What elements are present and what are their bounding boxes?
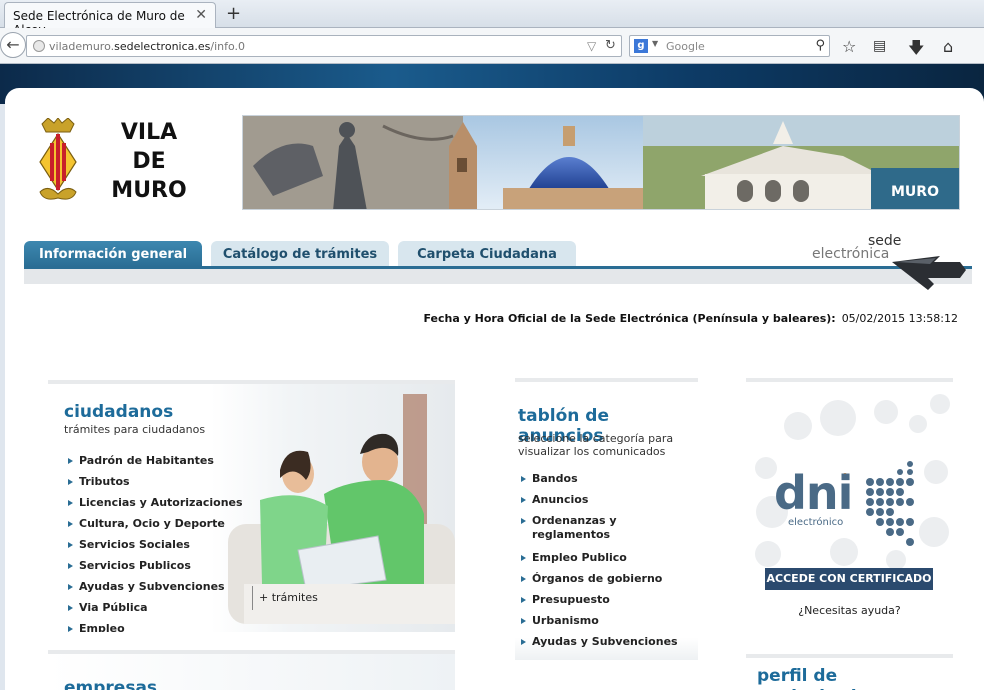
site-title[interactable]: VILA DE MURO <box>100 118 198 205</box>
title-line-3: MURO <box>111 178 187 203</box>
link-urbanismo[interactable]: Urbanismo <box>521 614 691 635</box>
link-empleo[interactable]: Empleo <box>68 622 243 632</box>
browser-tab-bar: Sede Electrónica de Muro de Alcoy ✕ + <box>0 0 984 37</box>
search-engine-caret-icon[interactable]: ▼ <box>652 39 658 48</box>
link-ordenanzas[interactable]: Ordenanzas y reglamentos <box>521 514 631 551</box>
link-ayudas[interactable]: Ayudas y Subvenciones <box>68 580 243 601</box>
globe-icon <box>33 40 45 52</box>
perfil-heading[interactable]: perfil de contratante <box>757 666 953 690</box>
link-padron[interactable]: Padrón de Habitantes <box>68 454 243 475</box>
tablon-links: Bandos Anuncios Ordenanzas y reglamentos… <box>521 472 691 656</box>
browser-tab[interactable]: Sede Electrónica de Muro de Alcoy ✕ <box>4 2 216 37</box>
ciudadanos-subtitle: trámites para ciudadanos <box>64 423 206 436</box>
link-servicios-sociales[interactable]: Servicios Sociales <box>68 538 243 559</box>
url-path: /info.0 <box>210 40 246 53</box>
official-datetime: Fecha y Hora Oficial de la Sede Electrón… <box>423 312 958 325</box>
dni-logo-subtitle: electrónico <box>788 517 844 528</box>
ciudadanos-links: Padrón de Habitantes Tributos Licencias … <box>68 454 243 632</box>
search-bar[interactable]: g ▼ Google ⚲ <box>629 35 830 57</box>
ciudadanos-heading[interactable]: ciudadanos <box>64 402 173 422</box>
url-host: sedelectronica.es <box>114 40 211 53</box>
banner-logo-text: MURO <box>891 184 939 200</box>
download-icon[interactable]: 🡇 <box>908 37 924 64</box>
tablon-box: tablón de anuncios seleccione la categor… <box>515 378 698 660</box>
tab-catalogo-tramites[interactable]: Catálogo de trámites <box>211 241 389 267</box>
search-icon[interactable]: ⚲ <box>815 38 825 53</box>
link-via-publica[interactable]: Via Pública <box>68 601 243 622</box>
link-tributos[interactable]: Tributos <box>68 475 243 496</box>
link-cultura[interactable]: Cultura, Ocio y Deporte <box>68 517 243 538</box>
link-anuncios[interactable]: Anuncios <box>521 493 691 514</box>
certificate-access-button[interactable]: ACCEDE CON CERTIFICADO <box>765 568 933 590</box>
tab-carpeta-ciudadana[interactable]: Carpeta Ciudadana <box>398 241 576 267</box>
empresas-heading[interactable]: empresas <box>64 678 157 690</box>
address-bar[interactable]: vilademuro.sedelectronica.es/info.0 ▽ ↻ <box>26 35 622 57</box>
dropdown-arrow-icon[interactable]: ▽ <box>587 39 596 53</box>
link-servicios-publicos[interactable]: Servicios Publicos <box>68 559 243 580</box>
browser-nav-bar: ← vilademuro.sedelectronica.es/info.0 ▽ … <box>0 28 984 64</box>
tablon-subtitle-2: visualizar los comunicados <box>518 445 666 458</box>
coat-of-arms-icon <box>39 118 77 200</box>
bookmark-star-icon[interactable]: ☆ <box>842 37 856 56</box>
header-banner-image: MURO <box>242 115 960 210</box>
sede-logo-word-2: electrónica <box>812 246 890 262</box>
link-bandos[interactable]: Bandos <box>521 472 691 493</box>
reload-icon[interactable]: ↻ <box>605 38 616 53</box>
datetime-value: 05/02/2015 13:58:12 <box>841 312 958 325</box>
link-licencias[interactable]: Licencias y Autorizaciones <box>68 496 243 517</box>
datetime-label: Fecha y Hora Oficial de la Sede Electrón… <box>423 312 836 325</box>
close-tab-icon[interactable]: ✕ <box>195 7 207 23</box>
home-icon[interactable]: ⌂ <box>943 37 953 56</box>
perfil-box: perfil de contratante <box>746 654 953 690</box>
link-ayudas-tablon[interactable]: Ayudas y Subvenciones <box>521 635 691 656</box>
link-empleo-publico[interactable]: Empleo Publico <box>521 551 691 572</box>
title-line-2: DE <box>132 149 166 174</box>
new-tab-button[interactable]: + <box>226 3 241 24</box>
back-button[interactable]: ← <box>0 32 26 58</box>
help-link[interactable]: ¿Necesitas ayuda? <box>746 604 953 617</box>
bookmarks-list-icon[interactable]: ▤ <box>873 38 886 54</box>
title-line-1: VILA <box>120 120 178 145</box>
search-placeholder: Google <box>666 40 705 53</box>
empresas-box: empresas <box>48 650 455 690</box>
url-prefix: vilademuro. <box>49 40 115 53</box>
more-tramites-link[interactable]: + trámites <box>252 586 318 610</box>
tablon-subtitle-1: seleccione la categoría para <box>518 432 674 445</box>
link-organos[interactable]: Órganos de gobierno <box>521 572 691 593</box>
dni-logo-text: dni <box>774 466 853 520</box>
link-presupuesto[interactable]: Presupuesto <box>521 593 691 614</box>
tab-informacion-general[interactable]: Información general <box>24 241 202 267</box>
google-icon[interactable]: g <box>634 39 648 53</box>
